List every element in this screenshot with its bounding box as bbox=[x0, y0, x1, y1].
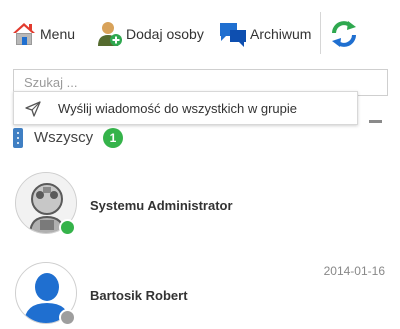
add-people-button[interactable]: Dodaj osoby bbox=[96, 18, 204, 50]
menu-label: Menu bbox=[40, 26, 76, 42]
broadcast-message-label: Wyślij wiadomość do wszystkich w grupie bbox=[58, 101, 298, 116]
toolbar-separator bbox=[320, 12, 321, 54]
status-offline-indicator bbox=[59, 309, 76, 326]
broadcast-message-button[interactable]: Wyślij wiadomość do wszystkich w grupie bbox=[13, 91, 358, 125]
group-count-badge: 1 bbox=[103, 128, 123, 148]
refresh-button[interactable] bbox=[330, 18, 358, 50]
add-person-icon bbox=[96, 20, 124, 48]
contact-date: 2014-01-16 bbox=[323, 264, 385, 278]
contact-item[interactable]: Systemu Administrator bbox=[0, 172, 400, 240]
status-online-indicator bbox=[59, 219, 76, 236]
chat-bubbles-icon bbox=[218, 20, 248, 48]
contact-name: Bartosik Robert bbox=[90, 288, 188, 303]
home-icon bbox=[10, 20, 38, 48]
toolbar: Menu Dodaj osoby Archiwum bbox=[0, 0, 400, 66]
refresh-icon bbox=[330, 20, 358, 48]
add-people-label: Dodaj osoby bbox=[126, 26, 204, 42]
send-icon bbox=[25, 101, 41, 122]
archive-label: Archiwum bbox=[250, 26, 312, 42]
archive-button[interactable]: Archiwum bbox=[218, 18, 311, 50]
kebab-icon[interactable] bbox=[13, 128, 23, 148]
group-header: Wszyscy 1 bbox=[13, 120, 388, 148]
contact-item[interactable]: Bartosik Robert 2014-01-16 bbox=[0, 262, 400, 329]
contact-name: Systemu Administrator bbox=[90, 198, 233, 213]
collapse-group-button[interactable] bbox=[369, 120, 382, 123]
group-name: Wszyscy bbox=[34, 129, 94, 146]
menu-button[interactable]: Menu bbox=[10, 18, 75, 50]
